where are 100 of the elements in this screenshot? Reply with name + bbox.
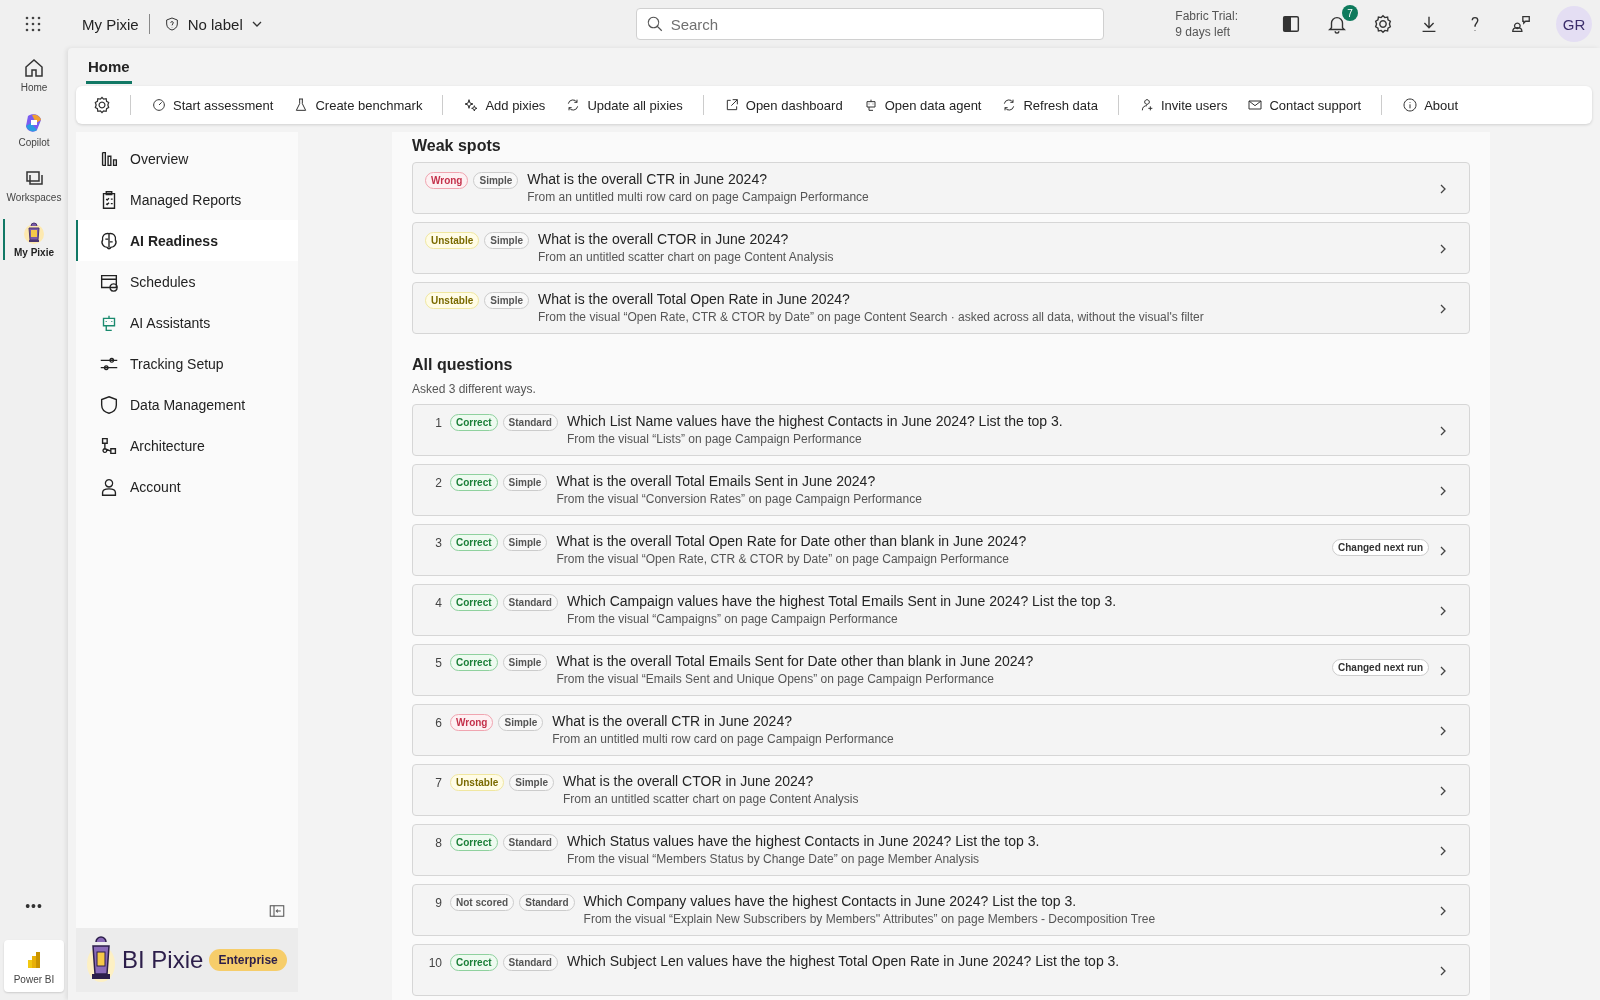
lantern-icon <box>86 936 116 984</box>
rail-item[interactable]: Copilot <box>0 103 68 156</box>
status-badge: Correct <box>450 654 498 671</box>
question-card[interactable]: 2 Correct Simple What is the overall Total Emails Sent in June 2024? From the visual “Conversion Rates” on page Campaign Performance <box>412 464 1470 516</box>
question-card[interactable]: 7 Unstable Simple What is the overall CTOR in June 2024? From an untitled scatter chart on page Content Analysis <box>412 764 1470 816</box>
sidebar-item[interactable]: Tracking Setup <box>76 343 298 384</box>
toolbar-button[interactable]: Add pixies <box>457 93 552 117</box>
toolbar-button[interactable]: Open data agent <box>856 93 988 117</box>
complexity-badge: Simple <box>484 292 530 309</box>
user-avatar[interactable]: GR <box>1556 6 1592 42</box>
question-source: From the visual “Conversion Rates” on page Campaign Performance <box>556 492 922 506</box>
toolbar-button[interactable]: About <box>1396 93 1465 117</box>
collapse-icon[interactable] <box>268 902 286 920</box>
feedback-icon[interactable] <box>1510 13 1532 35</box>
complexity-badge: Standard <box>502 954 558 971</box>
trial-status: Fabric Trial: 9 days left <box>1175 8 1238 40</box>
question-card[interactable]: Unstable Simple What is the overall CTOR in June 2024? From an untitled scatter chart on page Content Analysis <box>412 222 1470 274</box>
app-launcher-icon[interactable] <box>24 15 42 33</box>
sidebar-item[interactable]: Schedules <box>76 261 298 302</box>
question-card[interactable]: 6 Wrong Simple What is the overall CTR in June 2024? From an untitled multi row card on page Campaign Performance <box>412 704 1470 756</box>
question-card[interactable]: 3 Correct Simple What is the overall Total Open Rate for Date other than blank in June 2024? From the visual “Open Rate, CTR & CTOR by Date” on page Campaign Performance Changed next run <box>412 524 1470 576</box>
complexity-badge: Standard <box>502 414 558 431</box>
sidebar-item[interactable]: Account <box>76 466 298 507</box>
question-source: From the visual “Explain New Subscribers by Members'' Attributes” on page Members - Decomposition Tree <box>583 912 1156 926</box>
question-card[interactable]: Wrong Simple What is the overall CTR in June 2024? From an untitled multi row card on page Campaign Performance <box>412 162 1470 214</box>
complexity-badge: Simple <box>502 474 548 491</box>
question-source: From the visual “Lists” on page Campaign Performance <box>566 432 863 446</box>
sidebar-item[interactable]: Managed Reports <box>76 179 298 220</box>
sidebar-item[interactable]: Architecture <box>76 425 298 466</box>
toolbar-button[interactable]: Start assessment <box>145 93 280 117</box>
question-number: 3 <box>434 535 442 550</box>
info-icon <box>1402 97 1419 113</box>
home-icon <box>22 56 46 80</box>
complexity-badge: Simple <box>502 654 548 671</box>
plan-badge: Enterprise <box>209 949 287 971</box>
question-text: Which Company values have the highest Contacts in June 2024? List the top 3. <box>583 893 1078 909</box>
question-text: What is the overall Total Open Rate for Date other than blank in June 2024? <box>556 533 1027 549</box>
status-badge: Correct <box>450 414 498 431</box>
shield-question-icon <box>163 16 180 32</box>
status-badge: Wrong <box>425 172 469 189</box>
question-card[interactable]: Unstable Simple What is the overall Total Open Rate in June 2024? From the visual “Open Rate, CTR & CTOR by Date” on page Content Search · asked across all data, without the visual's filter <box>412 282 1470 334</box>
toolbar-button[interactable]: Contact support <box>1241 93 1368 117</box>
question-text: What is the overall Total Open Rate in June 2024? <box>538 291 851 307</box>
question-number: 7 <box>434 775 442 790</box>
question-text: What is the overall CTOR in June 2024? <box>563 773 815 789</box>
status-badge: Correct <box>450 834 498 851</box>
search-icon <box>645 15 664 33</box>
question-number: 1 <box>434 415 442 430</box>
status-badge: Unstable <box>450 774 505 791</box>
question-source: From the visual “Members Status by Change Date” on page Member Analysis <box>566 852 981 866</box>
changed-badge: Changed next run <box>1332 659 1429 676</box>
question-card[interactable] <box>412 884 1470 936</box>
question-card[interactable]: 8 Correct Standard Which Status values have the highest Contacts in June 2024? List the top 3. From the visual “Members Status by Change Date” on page Member Analysis <box>412 824 1470 876</box>
brand-name: BI Pixie <box>122 946 204 974</box>
question-number: 5 <box>434 655 442 670</box>
status-badge: Correct <box>450 534 498 551</box>
more-button[interactable]: ••• <box>25 898 43 914</box>
settings-icon[interactable] <box>92 95 112 115</box>
question-text: What is the overall Total Emails Sent for Date other than blank in June 2024? <box>556 653 1034 669</box>
search-field[interactable]: Search <box>635 8 1104 40</box>
sidebar-item[interactable]: Overview <box>76 138 298 179</box>
status-badge: Unstable <box>425 292 480 309</box>
question-card[interactable]: 5 Correct Simple What is the overall Total Emails Sent for Date other than blank in June 2024? From the visual “Emails Sent and Unique Opens” on page Campaign Performance Changed next run <box>412 644 1470 696</box>
question-number: 8 <box>434 835 442 850</box>
question-card[interactable]: 10 Correct Standard Which Subject Len values have the highest Total Open Rate in June 2024? List the top 3. <box>412 944 1470 996</box>
question-card[interactable]: 4 Correct Standard Which Campaign values have the highest Total Emails Sent in June 2024? List the top 3. From the visual “Campaigns” on page Campaign Performance <box>412 584 1470 636</box>
question-number: 10 <box>427 955 442 970</box>
changed-badge: Changed next run <box>1332 539 1429 556</box>
question-source: From an untitled scatter chart on page Content Analysis <box>538 250 834 264</box>
toolbar-button[interactable]: Refresh data <box>995 93 1104 117</box>
question-number: 6 <box>434 715 442 730</box>
sensitivity-label-button[interactable]: No label <box>159 15 267 33</box>
sidebar-item[interactable]: AI Readiness <box>76 220 298 261</box>
status-badge: Unstable <box>425 232 480 249</box>
sidebar-item[interactable]: Data Management <box>76 384 298 425</box>
section-title: Weak spots <box>412 136 502 156</box>
complexity-badge: Standard <box>502 834 558 851</box>
rail-item[interactable]: Workspaces <box>0 158 68 211</box>
toolbar-button[interactable]: Invite users <box>1132 93 1234 117</box>
rail-item[interactable]: Home <box>0 48 68 101</box>
question-text: What is the overall CTR in June 2024? <box>552 713 793 729</box>
notification-count: 7 <box>1342 5 1358 21</box>
app-name[interactable]: My Pixie <box>82 15 139 33</box>
question-source: From an untitled scatter chart on page Content Analysis <box>563 792 859 806</box>
toolbar-button[interactable]: Open dashboard <box>717 93 849 117</box>
toolbar-button[interactable]: Update all pixies <box>559 93 689 117</box>
question-card[interactable]: 1 Correct Standard Which List Name values have the highest Contacts in June 2024? List the top 3. From the visual “Lists” on page Campaign Performance <box>412 404 1470 456</box>
section-title: All questions <box>412 355 514 375</box>
question-number: 9 <box>434 895 442 910</box>
complexity-badge: Standard <box>519 894 575 911</box>
toolbar-button[interactable]: Create benchmark <box>287 93 429 117</box>
complexity-badge: Simple <box>502 534 548 551</box>
question-text: Which List Name values have the highest Contacts in June 2024? List the top 3. <box>566 413 1063 429</box>
rail-item[interactable]: My Pixie <box>0 213 68 266</box>
complexity-badge: Simple <box>484 232 530 249</box>
sidebar-item[interactable]: AI Assistants <box>76 302 298 343</box>
power-bi-button[interactable]: Power BI <box>4 940 64 992</box>
complexity-badge: Simple <box>498 714 544 731</box>
panel-toggle-icon[interactable] <box>1280 13 1302 35</box>
settings-icon[interactable] <box>1372 13 1394 35</box>
